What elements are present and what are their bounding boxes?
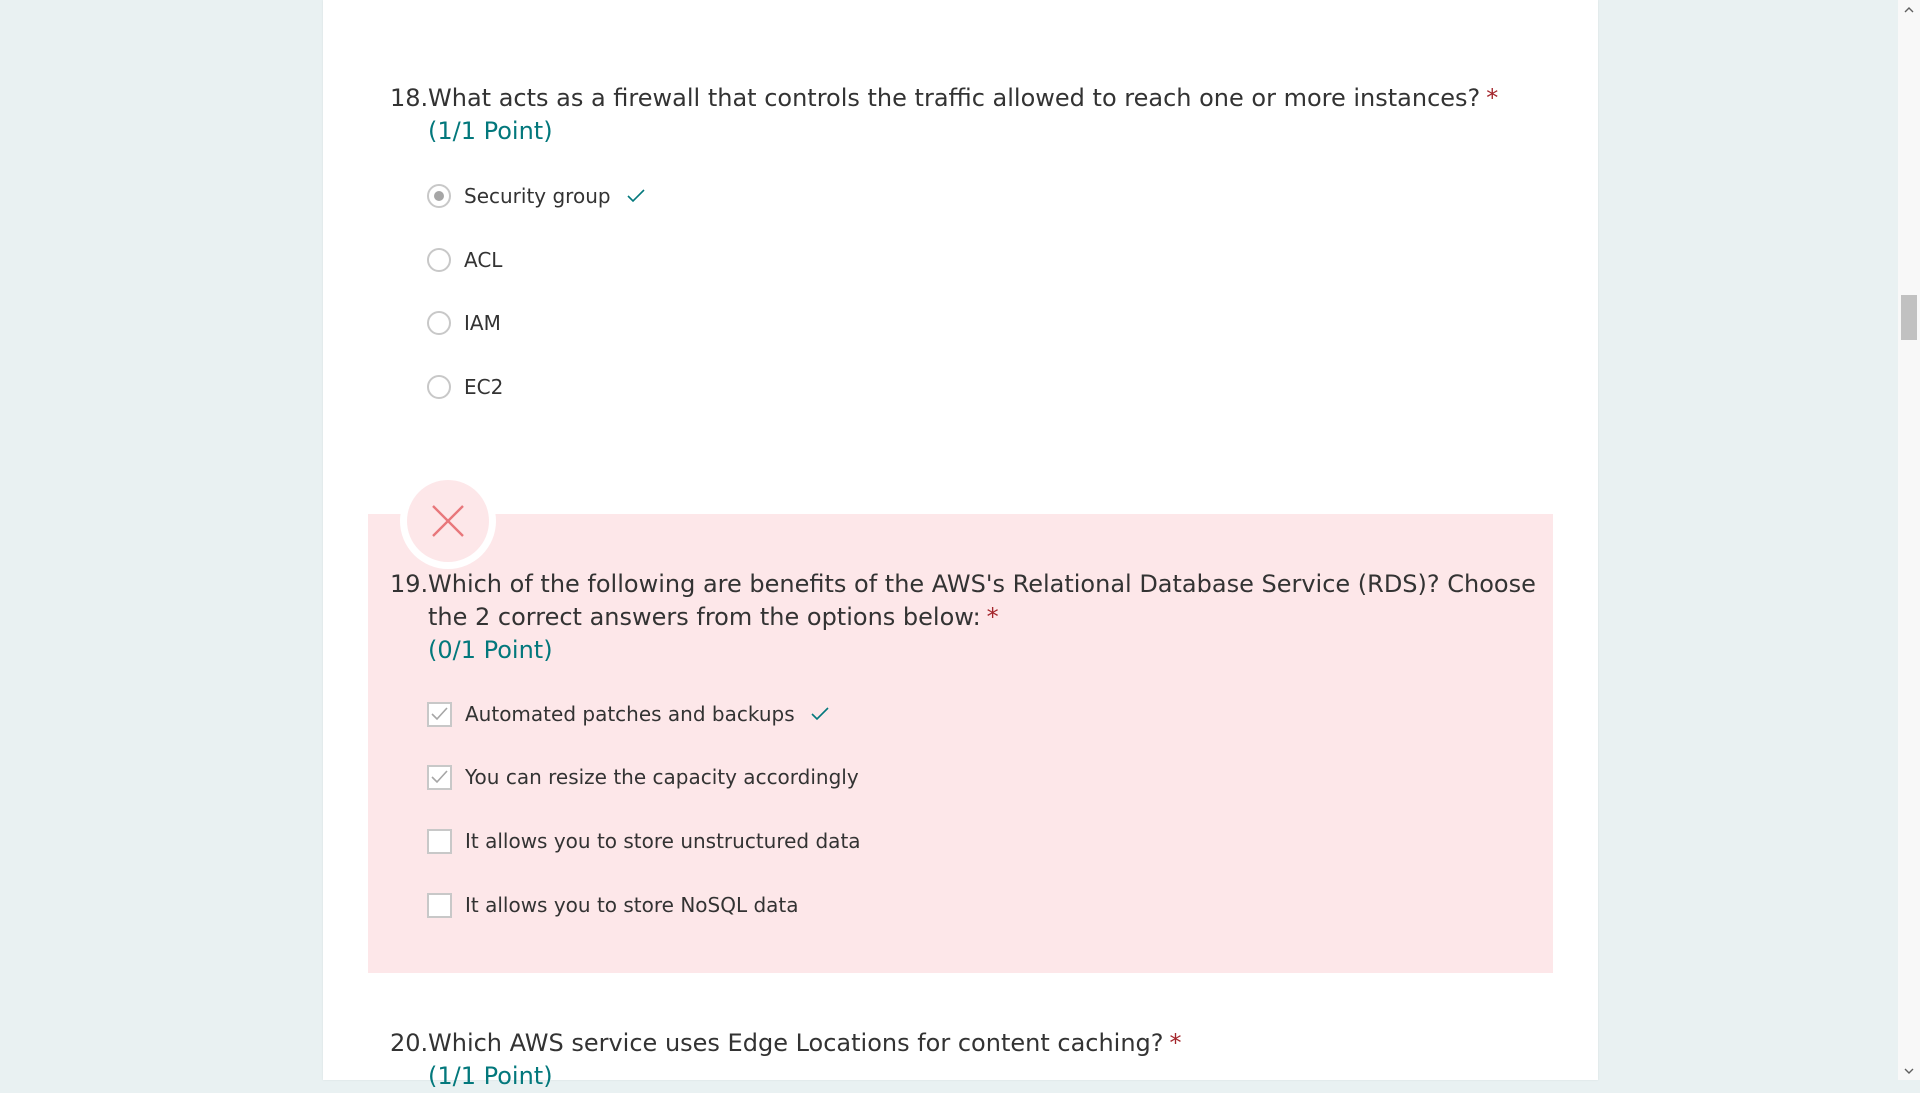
radio-button[interactable] [427,184,451,208]
question-text-block: Which AWS service uses Edge Locations fo… [428,1027,1558,1093]
radio-button[interactable] [427,375,451,399]
option-label: Automated patches and backups [465,702,795,726]
question-number: 19. [390,570,429,598]
option-automated-patches[interactable]: Automated patches and backups [427,697,829,731]
radio-selected-dot [434,191,444,201]
option-label: ACL [464,248,503,272]
quiz-page: 18. What acts as a firewall that control… [323,0,1598,1090]
question-text-block: Which of the following are benefits of t… [428,568,1558,667]
incorrect-badge [400,473,496,569]
required-marker: * [1169,1029,1182,1057]
checkbox[interactable] [427,701,452,727]
radio-button[interactable] [427,248,451,272]
option-label: EC2 [464,375,504,399]
option-label: It allows you to store NoSQL data [465,893,799,917]
option-label: IAM [464,311,501,335]
checkbox[interactable] [427,828,452,854]
question-number: 20. [390,1029,429,1057]
close-x-icon [407,480,489,562]
option-ec2[interactable]: EC2 [427,370,503,404]
checkbox-checked-icon [431,770,448,784]
option-iam[interactable]: IAM [427,306,501,340]
option-unstructured-data[interactable]: It allows you to store unstructured data [427,824,861,858]
checkmark-icon [627,189,645,203]
question-text: Which AWS service uses Edge Locations fo… [428,1029,1164,1057]
question-text-block: What acts as a firewall that controls th… [428,82,1558,148]
checkmark-icon [811,707,829,721]
question-points: (1/1 Point) [428,117,553,145]
checkbox[interactable] [427,892,452,918]
question-text: Which of the following are benefits of t… [428,570,1536,631]
scrollbar-thumb[interactable] [1901,295,1917,340]
option-label: You can resize the capacity accordingly [465,765,859,789]
scroll-up-arrow-icon[interactable] [1898,0,1920,18]
required-marker: * [986,603,999,631]
question-text: What acts as a firewall that controls th… [428,84,1481,112]
vertical-scrollbar[interactable] [1898,0,1920,1080]
required-marker: * [1486,84,1499,112]
option-nosql-data[interactable]: It allows you to store NoSQL data [427,888,799,922]
question-points: (1/1 Point) [428,1062,553,1090]
option-resize-capacity[interactable]: You can resize the capacity accordingly [427,760,859,794]
option-label: It allows you to store unstructured data [465,829,861,853]
question-points: (0/1 Point) [428,636,553,664]
scroll-down-arrow-icon[interactable] [1898,1062,1920,1080]
option-label: Security group [464,184,611,208]
question-number: 18. [390,84,429,112]
checkbox-checked-icon [431,707,448,721]
checkbox[interactable] [427,764,452,790]
option-security-group[interactable]: Security group [427,179,645,213]
option-acl[interactable]: ACL [427,243,502,277]
radio-button[interactable] [427,311,451,335]
